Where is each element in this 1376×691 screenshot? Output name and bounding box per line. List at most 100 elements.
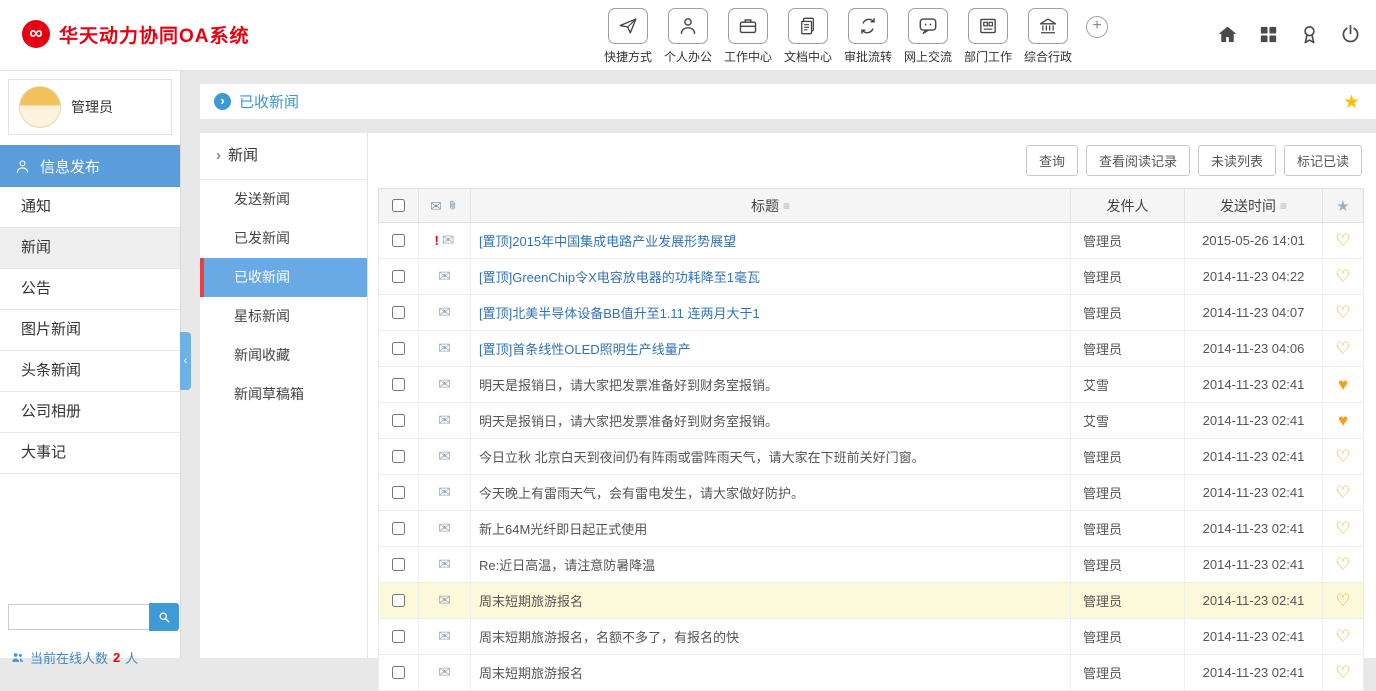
row-checkbox[interactable] xyxy=(392,378,405,391)
table-row[interactable]: [置顶]GreenChip令X电容放电器的功耗降至1毫瓦 管理员2014-11-2… xyxy=(378,259,1364,295)
power-icon[interactable] xyxy=(1339,23,1362,46)
title-sort-icon[interactable] xyxy=(783,199,790,213)
favorite-heart-icon[interactable]: ♡ xyxy=(1335,484,1350,501)
toolbar-button-0[interactable]: 查询 xyxy=(1026,145,1078,176)
home-icon[interactable] xyxy=(1216,23,1239,46)
nav-item-5[interactable]: 网上交流 xyxy=(898,8,958,65)
select-all-checkbox[interactable] xyxy=(392,199,405,212)
news-title[interactable]: 新上64M光纤即日起正式使用 xyxy=(479,519,647,538)
row-checkbox[interactable] xyxy=(392,342,405,355)
favorite-heart-icon[interactable]: ♡ xyxy=(1335,520,1350,537)
favorite-heart-icon[interactable]: ♡ xyxy=(1335,556,1350,573)
sidebar-section-info-publish[interactable]: 信息发布 xyxy=(0,145,180,187)
nav-item-3[interactable]: 文档中心 xyxy=(778,8,838,65)
sidebar-item-1[interactable]: 新闻 xyxy=(0,228,180,269)
time-sort-icon[interactable] xyxy=(1280,199,1287,213)
news-title[interactable]: 周末短期旅游报名，名额不多了，有报名的快 xyxy=(479,627,739,646)
news-title[interactable]: 明天是报销日，请大家把发票准备好到财务室报销。 xyxy=(479,411,778,430)
news-title[interactable]: 明天是报销日，请大家把发票准备好到财务室报销。 xyxy=(479,375,778,394)
news-title-link[interactable]: [置顶]2015年中国集成电路产业发展形势展望 xyxy=(479,231,736,250)
sidebar-item-5[interactable]: 公司相册 xyxy=(0,392,180,433)
row-favorite-cell: ♡ xyxy=(1323,331,1363,366)
sidebar-item-0[interactable]: 通知 xyxy=(0,187,180,228)
table-row[interactable]: [置顶]首条线性OLED照明生产线量产管理员2014-11-23 04:06♡ xyxy=(378,331,1364,367)
favorite-page-star-icon[interactable] xyxy=(1343,91,1360,114)
favorite-heart-icon[interactable]: ♡ xyxy=(1335,592,1350,609)
row-checkbox[interactable] xyxy=(392,450,405,463)
nav-item-6[interactable]: 部门工作 xyxy=(958,8,1018,65)
favorite-heart-icon[interactable]: ♡ xyxy=(1335,232,1350,249)
submenu-item-2[interactable]: 已收新闻 xyxy=(200,258,367,297)
table-row[interactable]: 周末短期旅游报名，名额不多了，有报名的快管理员2014-11-23 02:41♡ xyxy=(378,619,1364,655)
apps-grid-icon[interactable] xyxy=(1257,23,1280,46)
submenu-item-5[interactable]: 新闻草稿箱 xyxy=(200,375,367,414)
row-checkbox[interactable] xyxy=(392,666,405,679)
nav-item-0[interactable]: 快捷方式 xyxy=(598,8,658,65)
submenu-item-4[interactable]: 新闻收藏 xyxy=(200,336,367,375)
row-checkbox[interactable] xyxy=(392,486,405,499)
add-module-button[interactable] xyxy=(1086,16,1108,38)
table-row[interactable]: 周末短期旅游报名管理员2014-11-23 02:41♡ xyxy=(378,583,1364,619)
table-row[interactable]: 明天是报销日，请大家把发票准备好到财务室报销。艾雪2014-11-23 02:4… xyxy=(378,367,1364,403)
table-row[interactable]: Re:近日高温，请注意防暑降温管理员2014-11-23 02:41♡ xyxy=(378,547,1364,583)
row-checkbox[interactable] xyxy=(392,270,405,283)
toolbar-button-2[interactable]: 未读列表 xyxy=(1198,145,1276,176)
table-row[interactable]: 明天是报销日，请大家把发票准备好到财务室报销。艾雪2014-11-23 02:4… xyxy=(378,403,1364,439)
row-checkbox[interactable] xyxy=(392,414,405,427)
toolbar-button-1[interactable]: 查看阅读记录 xyxy=(1086,145,1190,176)
nav-item-4[interactable]: 审批流转 xyxy=(838,8,898,65)
favorite-heart-icon[interactable]: ♡ xyxy=(1335,448,1350,465)
row-checkbox[interactable] xyxy=(392,522,405,535)
row-checkbox[interactable] xyxy=(392,306,405,319)
nav-item-7[interactable]: 综合行政 xyxy=(1018,8,1078,65)
row-checkbox[interactable] xyxy=(392,630,405,643)
search-button[interactable] xyxy=(149,603,179,631)
user-card[interactable]: 管理员 xyxy=(8,79,172,135)
row-checkbox[interactable] xyxy=(392,234,405,247)
favorite-heart-icon[interactable]: ♡ xyxy=(1335,664,1350,681)
nav-item-1[interactable]: 个人办公 xyxy=(658,8,718,65)
submenu-item-0[interactable]: 发送新闻 xyxy=(200,180,367,219)
row-checkbox[interactable] xyxy=(392,594,405,607)
submenu-item-3[interactable]: 星标新闻 xyxy=(200,297,367,336)
envelope-icon xyxy=(438,521,451,536)
submenu-item-1[interactable]: 已发新闻 xyxy=(200,219,367,258)
sidebar-collapse-handle[interactable] xyxy=(180,332,191,390)
favorite-heart-icon[interactable]: ♡ xyxy=(1335,340,1350,357)
news-title[interactable]: 周末短期旅游报名 xyxy=(479,663,583,682)
sidebar-item-4[interactable]: 头条新闻 xyxy=(0,351,180,392)
app-logo[interactable]: 华天动力协同OA系统 xyxy=(22,20,250,48)
news-title[interactable]: 周末短期旅游报名 xyxy=(479,591,583,610)
search-input[interactable] xyxy=(8,604,149,630)
table-row[interactable]: 今日立秋 北京白天到夜间仍有阵雨或雷阵雨天气，请大家在下班前关好门窗。管理员20… xyxy=(378,439,1364,475)
favorite-heart-icon[interactable]: ♥ xyxy=(1338,412,1348,429)
table-row[interactable]: ![置顶]2015年中国集成电路产业发展形势展望管理员2015-05-26 14… xyxy=(378,223,1364,259)
sender: 管理员 xyxy=(1071,259,1185,294)
toolbar-button-3[interactable]: 标记已读 xyxy=(1284,145,1362,176)
table-row[interactable]: 新上64M光纤即日起正式使用管理员2014-11-23 02:41♡ xyxy=(378,511,1364,547)
nav-item-2[interactable]: 工作中心 xyxy=(718,8,778,65)
news-title-link[interactable]: [置顶]首条线性OLED照明生产线量产 xyxy=(479,339,691,358)
ribbon-icon[interactable] xyxy=(1298,23,1321,46)
table-row[interactable]: [置顶]北美半导体设备BB值升至1.11 连两月大于1管理员2014-11-23… xyxy=(378,295,1364,331)
app-header: 华天动力协同OA系统 快捷方式个人办公工作中心文档中心审批流转网上交流部门工作综… xyxy=(0,0,1376,71)
sidebar-item-6[interactable]: 大事记 xyxy=(0,433,180,474)
sender: 管理员 xyxy=(1071,547,1185,582)
table-row[interactable]: 周末短期旅游报名管理员2014-11-23 02:41♡ xyxy=(378,655,1364,691)
favorite-heart-icon[interactable]: ♡ xyxy=(1335,304,1350,321)
table-row[interactable]: 今天晚上有雷雨天气，会有雷电发生，请大家做好防护。管理员2014-11-23 0… xyxy=(378,475,1364,511)
send-time: 2014-11-23 04:22 xyxy=(1185,259,1323,294)
sidebar-item-3[interactable]: 图片新闻 xyxy=(0,310,180,351)
news-title[interactable]: 今天晚上有雷雨天气，会有雷电发生，请大家做好防护。 xyxy=(479,483,804,502)
app-title: 华天动力协同OA系统 xyxy=(59,21,250,48)
column-sender-label: 发件人 xyxy=(1107,196,1149,216)
favorite-heart-icon[interactable]: ♡ xyxy=(1335,628,1350,645)
news-title[interactable]: 今日立秋 北京白天到夜间仍有阵雨或雷阵雨天气，请大家在下班前关好门窗。 xyxy=(479,447,925,466)
news-title-link[interactable]: [置顶]GreenChip令X电容放电器的功耗降至1毫瓦 xyxy=(479,267,760,286)
news-title-link[interactable]: [置顶]北美半导体设备BB值升至1.11 连两月大于1 xyxy=(479,303,760,322)
sidebar-item-2[interactable]: 公告 xyxy=(0,269,180,310)
favorite-heart-icon[interactable]: ♥ xyxy=(1338,376,1348,393)
row-checkbox[interactable] xyxy=(392,558,405,571)
news-title[interactable]: Re:近日高温，请注意防暑降温 xyxy=(479,555,655,574)
favorite-heart-icon[interactable]: ♡ xyxy=(1335,268,1350,285)
